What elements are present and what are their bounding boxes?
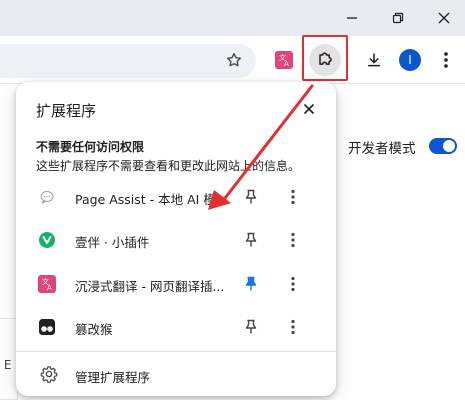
background-partial-text: E [0,358,12,372]
manage-extensions-label: 管理扩展程序 [75,370,151,385]
minimize-icon [347,17,357,19]
close-icon [303,103,315,115]
extension-row-yiban[interactable]: 壹伴 · 小插件 [16,219,336,263]
tampermonkey-icon [39,319,55,335]
section-title: 不需要任何访问权限 [36,140,145,154]
kebab-menu-icon [291,319,295,335]
popup-close-button[interactable] [298,98,320,120]
browser-toolbar: 文 A I [0,36,465,84]
kebab-menu-icon [291,232,295,248]
more-options-button[interactable] [282,316,304,338]
extension-row-page-assist[interactable]: Page Assist - 本地 AI 模... [16,176,336,220]
download-icon [368,53,380,67]
kebab-menu-icon [291,276,295,292]
manage-extensions-button[interactable]: 管理扩展程序 [16,358,336,392]
popup-title: 扩展程序 [36,102,97,120]
minimize-button[interactable] [332,0,372,36]
profile-button[interactable]: I [394,44,426,76]
profile-initial: I [408,53,412,67]
annotation-highlight-box [302,35,348,81]
kebab-menu-icon [291,189,295,205]
yiban-icon [39,232,55,248]
pin-icon [245,319,257,334]
extension-name: 壹伴 · 小插件 [75,235,150,250]
translate-icon: 文 A [275,51,293,69]
developer-mode-label: 开发者模式 [348,141,416,157]
immersive-translate-icon: 文 A [38,275,56,293]
pin-icon [245,232,257,247]
pin-button[interactable] [240,316,262,338]
more-options-button[interactable] [282,186,304,208]
extension-row-tampermonkey[interactable]: 篡改猴 [16,306,336,350]
extension-name: 篡改猴 [75,322,113,337]
close-icon [438,12,450,24]
extension-name: 沉浸式翻译 - 网页翻译插... [75,279,225,294]
section-description: 这些扩展程序不需要查看和更改此网站上的信息。 [36,159,301,173]
svg-text:A: A [284,60,289,68]
browser-menu-button[interactable] [430,44,462,76]
pin-button[interactable] [240,186,262,208]
gear-icon [40,366,58,383]
more-options-button[interactable] [282,229,304,251]
svg-text:A: A [47,284,52,292]
translate-extension-button[interactable]: 文 A [268,44,300,76]
pin-button[interactable] [240,229,262,251]
chat-bubble-icon [40,191,54,205]
downloads-button[interactable] [358,44,390,76]
star-icon [226,52,242,67]
pin-button-active[interactable] [240,273,262,295]
bookmark-button[interactable] [218,44,250,76]
kebab-menu-icon [444,52,448,68]
extensions-popup: 扩展程序 不需要任何访问权限 这些扩展程序不需要查看和更改此网站上的信息。 Pa… [16,82,336,396]
extension-row-immersive-translate[interactable]: 文 A 沉浸式翻译 - 网页翻译插... [16,263,336,307]
extension-name: Page Assist - 本地 AI 模... [75,192,228,207]
restore-icon [392,12,404,24]
avatar: I [399,49,421,71]
restore-button[interactable] [378,0,418,36]
developer-mode-toggle[interactable] [429,138,457,154]
pin-icon [245,189,257,204]
pin-filled-icon [245,276,257,291]
title-bar [0,0,465,36]
more-options-button[interactable] [282,273,304,295]
toggle-knob [443,140,455,152]
divider [16,351,336,352]
close-window-button[interactable] [424,0,464,36]
